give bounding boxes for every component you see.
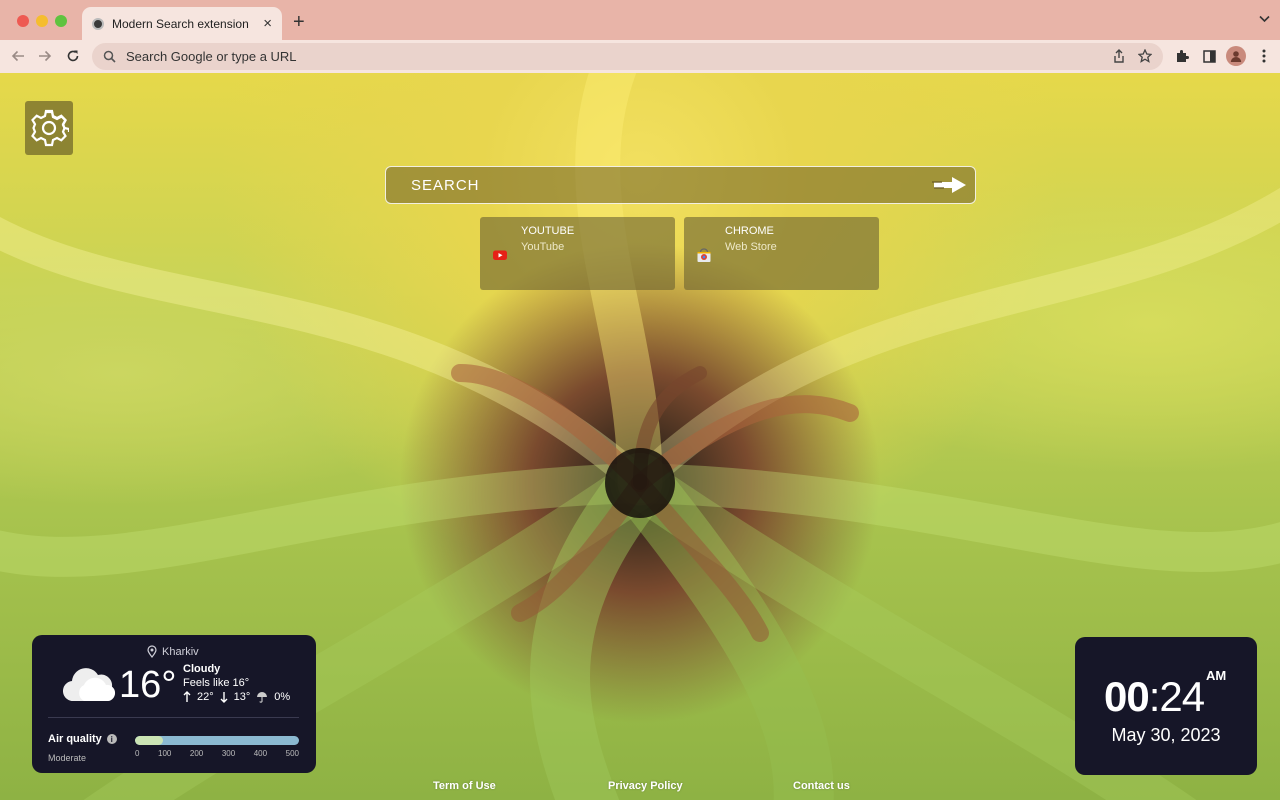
footer-terms-link[interactable]: Term of Use — [433, 780, 496, 792]
menu-icon[interactable] — [1254, 46, 1274, 66]
tab-title: Modern Search extension — [112, 16, 249, 31]
browser-chrome: Modern Search extension × + Search Googl… — [0, 0, 1280, 73]
arrow-right-icon — [932, 177, 966, 193]
new-tab-button[interactable]: + — [293, 11, 305, 34]
air-quality-bar — [135, 736, 299, 745]
side-panel-icon[interactable] — [1199, 46, 1219, 66]
address-bar[interactable]: Search Google or type a URL — [92, 43, 1163, 70]
browser-toolbar: Search Google or type a URL — [0, 40, 1280, 73]
weather-location-label: Kharkiv — [162, 645, 199, 658]
umbrella-icon — [257, 692, 268, 703]
tab-search-dropdown-icon[interactable] — [1259, 14, 1270, 26]
extensions-icon[interactable] — [1172, 46, 1192, 66]
weather-temperature: 16° — [119, 664, 177, 706]
footer-contact-link[interactable]: Contact us — [793, 780, 850, 792]
cloud-icon — [62, 668, 116, 702]
weather-widget[interactable]: Kharkiv 16° Cloudy Feels like 16° 22° 13… — [32, 635, 316, 773]
address-bar-placeholder: Search Google or type a URL — [126, 49, 297, 64]
tab-favicon-icon — [92, 17, 104, 30]
weather-location: Kharkiv — [147, 645, 199, 658]
clock-separator: : — [1148, 673, 1161, 720]
shortcut-chrome-web-store[interactable]: CHROME Web Store — [684, 217, 879, 290]
info-icon[interactable]: i — [106, 734, 117, 744]
weather-feels-like: Feels like 16° — [183, 677, 250, 689]
shortcut-subtitle: Web Store — [725, 241, 777, 253]
shortcut-title: YOUTUBE — [521, 225, 575, 237]
shortcut-subtitle: YouTube — [521, 241, 565, 253]
maximize-window-button[interactable] — [55, 15, 67, 27]
scale-tick: 200 — [189, 749, 204, 758]
weather-high-low: 22° 13° 0% — [183, 691, 290, 703]
star-icon[interactable] — [1137, 48, 1153, 64]
divider — [48, 717, 299, 718]
clock-hours: 00 — [1104, 673, 1150, 720]
location-pin-icon — [147, 645, 157, 658]
footer-privacy-link[interactable]: Privacy Policy — [608, 780, 683, 792]
new-tab-page: YOUTUBE YouTube CHROME Web Store Kharkiv… — [0, 73, 1280, 800]
minimize-window-button[interactable] — [36, 15, 48, 27]
weather-high: 22° — [197, 691, 214, 703]
weather-low: 13° — [233, 691, 251, 703]
arrow-down-icon — [220, 692, 228, 703]
tab-close-icon[interactable]: × — [263, 15, 272, 32]
reload-icon[interactable] — [62, 45, 84, 67]
air-quality-label: Air quality i — [48, 733, 117, 745]
air-quality-status: Moderate — [48, 753, 87, 763]
shortcut-title: CHROME — [725, 225, 774, 237]
search-icon — [103, 50, 116, 63]
air-quality-scale: 0 100 200 300 400 500 — [135, 749, 299, 758]
scale-tick: 300 — [221, 749, 236, 758]
scale-tick: 100 — [158, 749, 172, 758]
weather-precipitation: 0% — [274, 691, 291, 703]
scale-tick: 500 — [285, 749, 299, 758]
close-window-button[interactable] — [17, 15, 29, 27]
search-bar — [385, 166, 976, 204]
profile-icon[interactable] — [1226, 46, 1246, 66]
clock-ampm: AM — [1206, 668, 1227, 683]
scale-tick: 400 — [253, 749, 268, 758]
forward-icon[interactable] — [34, 45, 56, 67]
clock-widget[interactable]: 00:24 AM May 30, 2023 — [1075, 637, 1257, 775]
chrome-web-store-icon — [697, 248, 711, 262]
youtube-icon — [493, 250, 507, 260]
scale-tick: 0 — [135, 749, 140, 758]
clock-minutes: 24 — [1159, 673, 1205, 720]
clock-time: 00:24 — [1104, 673, 1205, 721]
air-quality-bar-fill — [135, 736, 163, 745]
arrow-up-icon — [183, 691, 191, 702]
gear-icon — [29, 108, 69, 147]
back-icon[interactable] — [7, 45, 29, 67]
search-submit-button[interactable] — [925, 170, 975, 200]
clock-date: May 30, 2023 — [1111, 725, 1221, 745]
shortcut-youtube[interactable]: YOUTUBE YouTube — [480, 217, 675, 290]
search-input[interactable] — [411, 176, 925, 194]
share-icon[interactable] — [1111, 48, 1127, 64]
settings-button[interactable] — [25, 101, 73, 155]
browser-tab[interactable]: Modern Search extension × — [82, 7, 282, 40]
air-quality-title: Air quality — [48, 733, 102, 745]
weather-condition: Cloudy — [183, 663, 221, 675]
